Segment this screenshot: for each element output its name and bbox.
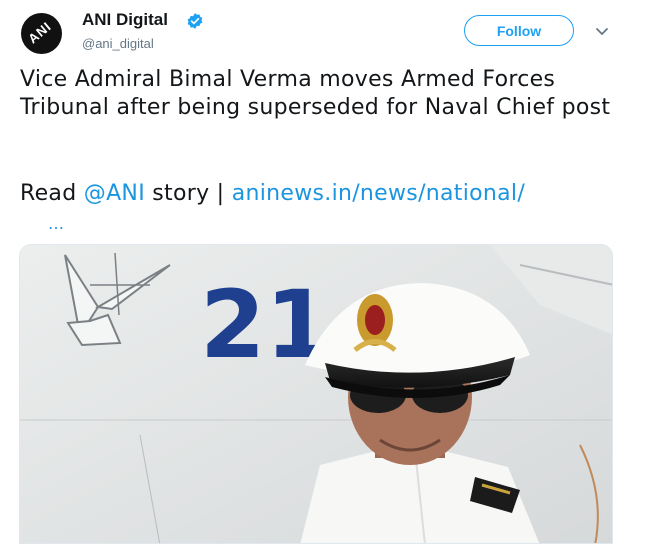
mention-link[interactable]: @ANI (84, 181, 145, 206)
tweet-header: ANI ANI Digital @ani_digital Follow (0, 0, 650, 62)
chevron-down-icon[interactable] (595, 27, 609, 37)
tweet-photo[interactable]: 21 (19, 244, 613, 544)
ani-logo: ANI (25, 18, 55, 47)
avatar[interactable]: ANI (21, 13, 62, 54)
account-name[interactable]: ANI Digital (82, 10, 168, 30)
follow-button[interactable]: Follow (464, 15, 574, 46)
article-link[interactable]: aninews.in/news/national/ (232, 181, 525, 206)
photo-artwork: 21 (20, 245, 612, 543)
read-line: Read @ANI story | aninews.in/news/nation… (20, 180, 525, 208)
account-handle[interactable]: @ani_digital (82, 36, 154, 51)
link-ellipsis[interactable]: … (48, 214, 64, 233)
verified-badge-icon (187, 13, 203, 29)
read-prefix: Read (20, 181, 84, 206)
story-separator: story | (144, 181, 232, 206)
tweet-body: Vice Admiral Bimal Verma moves Armed For… (20, 67, 611, 120)
tweet-text: Vice Admiral Bimal Verma moves Armed For… (20, 66, 630, 122)
